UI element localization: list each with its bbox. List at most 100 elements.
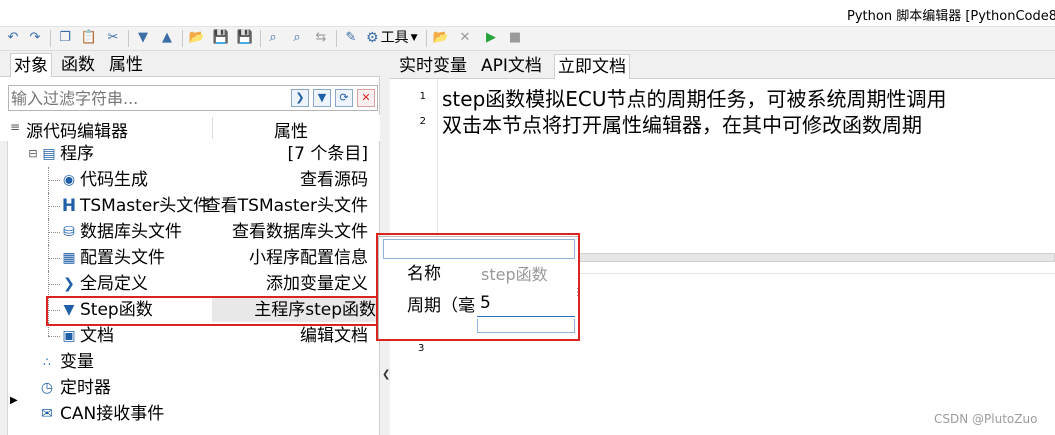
filter-clear-icon[interactable]: ✕ <box>357 89 375 107</box>
tree-item-label: 变量 <box>60 352 94 372</box>
left-tab-bar: 对象 函数 属性 <box>0 51 380 77</box>
tree-row-codegen[interactable]: ◉ 代码生成 查看源码 <box>8 167 380 193</box>
search-icon[interactable]: ⌕ <box>264 29 282 47</box>
row-gutter: ▶ <box>0 141 18 435</box>
horizontal-scrollbar[interactable] <box>550 253 1055 262</box>
main-toolbar: ↶ ↷ ❐ 📋 ✂ ▼ ▲ 📂 💾 💾 ⌕ ⌕ ⇆ ✎ ⚙ 工具 ▼ 📂 ✕ ▶… <box>0 27 1055 51</box>
tree-item-value[interactable]: 查看源码 <box>300 167 368 193</box>
move-down-icon[interactable]: ▼ <box>134 29 152 47</box>
highlight-box-step-row <box>46 296 382 326</box>
list-icon: ≡ <box>10 120 21 134</box>
tree-item-label: 定时器 <box>60 378 111 398</box>
toolbar-separator <box>426 30 427 47</box>
gear-icon: ⚙ <box>366 30 379 46</box>
tree-row-program[interactable]: ⊟ ▤ 程序 [7 个条目] <box>8 141 380 167</box>
tree-item-label: 全局定义 <box>80 274 148 294</box>
tree-item-value[interactable]: 查看数据库头文件 <box>232 219 368 245</box>
codegen-icon: ◉ <box>62 172 76 188</box>
filter-python-icon[interactable]: ❯ <box>291 89 309 107</box>
tab-objects[interactable]: 对象 <box>10 53 52 77</box>
tree-row-docs[interactable]: ▣ 文档 编辑文档 <box>8 323 380 349</box>
doc-line: 双击本节点将打开属性编辑器，在其中可修改函数周期 <box>442 113 922 137</box>
tab-realtime-variables[interactable]: 实时变量 <box>396 54 470 79</box>
toolbar-separator <box>128 30 129 47</box>
tree-row-tsmaster-header[interactable]: H TSMaster头文件 查看TSMaster头文件 <box>8 193 380 219</box>
tree-item-label: 数据库头文件 <box>80 222 182 242</box>
filter-input[interactable] <box>11 87 287 109</box>
save-all-icon[interactable]: 💾 <box>236 29 254 47</box>
toolbar-separator <box>336 30 337 47</box>
replace-icon[interactable]: ⇆ <box>312 29 330 47</box>
tree-row-variables[interactable]: ∴ 变量 <box>8 349 380 375</box>
run-icon[interactable]: ▶ <box>482 29 500 47</box>
tab-properties[interactable]: 属性 <box>106 53 146 77</box>
tree-item-label: 程序 <box>60 144 94 164</box>
tree-row-database-header[interactable]: ⛁ 数据库头文件 查看数据库头文件 <box>8 219 380 245</box>
folder-icon[interactable]: 📂 <box>432 29 450 47</box>
variable-icon: ∴ <box>43 355 51 369</box>
filter-refresh-icon[interactable]: ⟳ <box>335 89 353 107</box>
stop-compile-icon[interactable]: ✕ <box>456 29 474 47</box>
tree-item-value[interactable]: 查看TSMaster头文件 <box>204 193 368 219</box>
doc-line: step函数模拟ECU节点的周期任务，可被系统周期性调用 <box>442 87 947 111</box>
tree-item-value[interactable]: 小程序配置信息 <box>249 245 368 271</box>
cut-icon[interactable]: ✂ <box>104 29 122 47</box>
search-next-icon[interactable]: ⌕ <box>288 29 306 47</box>
line-number: 1 <box>419 91 426 102</box>
tree-item-value[interactable]: 添加变量定义 <box>266 271 368 297</box>
database-icon: ⛁ <box>63 224 75 240</box>
open-icon[interactable]: 📂 <box>188 29 206 47</box>
pencil-icon[interactable]: ✎ <box>342 29 360 47</box>
line-number-gutter: 1 2 <box>390 79 438 251</box>
tree-header-name: 源代码编辑器 <box>26 122 128 142</box>
tree-item-value: [7 个条目] <box>287 144 368 164</box>
highlight-box-popup <box>376 233 580 341</box>
filter-bar: ❯ ▼ ⟳ ✕ <box>8 85 378 111</box>
tools-label: 工具 <box>380 30 409 46</box>
tree-header: ≡ 源代码编辑器 属性 <box>8 115 380 142</box>
tree-line <box>48 206 60 207</box>
redo-icon[interactable]: ↷ <box>26 29 44 47</box>
tree-row-timers[interactable]: ◷ 定时器 <box>8 375 380 401</box>
window-title: Python 脚本编辑器 [PythonCode8655 <box>847 9 1055 24</box>
save-icon[interactable]: 💾 <box>212 29 230 47</box>
tree-item-label: CAN接收事件 <box>60 404 165 424</box>
tree-line <box>48 284 60 285</box>
global-def-icon: ❯ <box>63 276 75 292</box>
tree-line <box>48 232 60 233</box>
line-number: 3 <box>418 343 425 354</box>
timer-icon: ◷ <box>40 380 54 396</box>
program-icon: ▤ <box>42 146 56 162</box>
tree-item-value[interactable]: 编辑文档 <box>300 323 368 349</box>
move-up-icon[interactable]: ▲ <box>158 29 176 47</box>
copy-icon[interactable]: ❐ <box>56 29 74 47</box>
filter-dropdown-icon[interactable]: ▼ <box>313 89 331 107</box>
tree-item-label: 配置头文件 <box>80 248 165 268</box>
tree-item-label: TSMaster头文件 <box>80 196 211 216</box>
toolbar-separator <box>260 30 261 47</box>
paste-icon[interactable]: 📋 <box>80 29 98 47</box>
tree-item-label: 文档 <box>80 326 114 346</box>
column-divider <box>212 117 213 139</box>
tab-instant-docs[interactable]: 立即文档 <box>554 54 630 79</box>
tree-header-property: 属性 <box>274 122 308 142</box>
watermark-text: CSDN @PlutoZuo <box>934 412 1038 426</box>
tree-row-global-def[interactable]: ❯ 全局定义 添加变量定义 <box>8 271 380 297</box>
tab-functions[interactable]: 函数 <box>58 53 98 77</box>
tree-row-config-header[interactable]: ▦ 配置头文件 小程序配置信息 <box>8 245 380 271</box>
tree-line <box>48 336 60 337</box>
right-tab-bar: 实时变量 API文档 立即文档 <box>390 51 1055 79</box>
line-number: 2 <box>419 116 426 127</box>
undo-icon[interactable]: ↶ <box>4 29 22 47</box>
tree-item-label: 代码生成 <box>80 170 148 190</box>
chevron-down-icon: ▼ <box>410 33 418 43</box>
object-panel: 对象 函数 属性 ❯ ▼ ⟳ ✕ ≡ 源代码编辑器 属性 ▶ ⊟ ▤ 程序 [7… <box>0 51 380 435</box>
tree-line <box>48 258 60 259</box>
stop-icon[interactable]: ■ <box>506 29 524 47</box>
tree-row-can-rx-events[interactable]: ✉ CAN接收事件 <box>8 401 380 427</box>
book-icon: ▣ <box>62 328 76 344</box>
toolbar-separator <box>182 30 183 47</box>
tools-menu-button[interactable]: ⚙ 工具 ▼ <box>366 29 417 47</box>
tab-api-docs[interactable]: API文档 <box>478 54 545 79</box>
toolbar-separator <box>50 30 51 47</box>
